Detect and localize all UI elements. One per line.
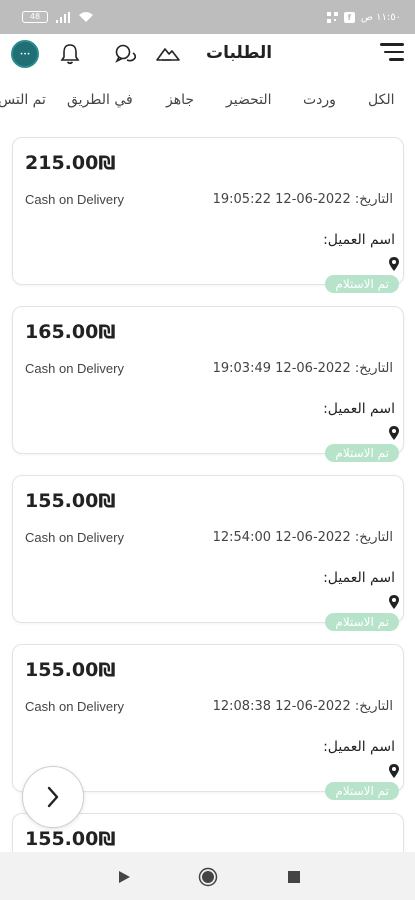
tab-delivered[interactable]: تم التس <box>0 92 46 108</box>
battery-icon: 48 <box>22 11 48 23</box>
system-nav-bar <box>0 852 415 900</box>
order-amount: 215.00₪ <box>25 152 116 174</box>
avatar-text: ••• <box>19 50 31 58</box>
payment-method: Cash on Delivery <box>25 699 124 714</box>
customer-name-label: اسم العميل: <box>323 401 395 417</box>
signal-icon <box>56 11 70 23</box>
order-amount: 155.00₪ <box>25 490 116 512</box>
home-circle-icon[interactable] <box>197 866 219 888</box>
date-value: 2022-06-12 19:05:22 <box>212 192 351 207</box>
avatar[interactable]: ••• <box>11 40 39 68</box>
order-date: التاريخ: 2022-06-12 19:05:22 <box>213 192 393 207</box>
chat-icon[interactable] <box>113 41 139 67</box>
customer-name-label: اسم العميل: <box>323 570 395 586</box>
date-value: 2022-06-12 12:08:38 <box>212 699 351 714</box>
order-card[interactable]: 215.00₪ Cash on Delivery التاريخ: 2022-0… <box>12 137 404 293</box>
tab-received[interactable]: وردت <box>303 92 336 108</box>
date-value: 2022-06-12 12:54:00 <box>212 530 351 545</box>
battery-level: 48 <box>29 12 41 21</box>
order-date: التاريخ: 2022-06-12 12:08:38 <box>213 699 393 714</box>
qr-icon <box>326 11 338 23</box>
status-badge: تم الاستلام <box>325 613 399 631</box>
status-bar-right: f ١١:٥٠ ص <box>326 11 401 23</box>
location-pin-icon <box>389 257 399 271</box>
next-button[interactable] <box>22 766 84 828</box>
date-label: التاريخ: <box>354 699 393 714</box>
wifi-icon <box>79 12 93 22</box>
date-label: التاريخ: <box>354 361 393 376</box>
mountain-icon[interactable] <box>155 41 181 67</box>
order-card[interactable]: 165.00₪ Cash on Delivery التاريخ: 2022-0… <box>12 306 404 462</box>
status-badge: تم الاستلام <box>325 275 399 293</box>
status-tabs: الكل وردت التحضير جاهز في الطريق تم التس <box>0 78 415 122</box>
order-date: التاريخ: 2022-06-12 12:54:00 <box>213 530 393 545</box>
bell-icon[interactable] <box>57 41 83 67</box>
date-value: 2022-06-12 19:03:49 <box>212 361 351 376</box>
recents-square-icon[interactable] <box>283 866 305 888</box>
location-pin-icon <box>389 595 399 609</box>
status-bar-left: 48 <box>22 11 94 23</box>
tab-all[interactable]: الكل <box>368 92 395 108</box>
tab-preparing[interactable]: التحضير <box>226 92 272 108</box>
status-badge: تم الاستلام <box>325 782 399 800</box>
notification-icon: f <box>343 11 355 23</box>
order-date: التاريخ: 2022-06-12 19:03:49 <box>213 361 393 376</box>
payment-method: Cash on Delivery <box>25 192 124 207</box>
page-title: الطلبات <box>206 43 273 63</box>
tab-ready[interactable]: جاهز <box>166 92 194 108</box>
date-label: التاريخ: <box>354 530 393 545</box>
order-amount: 155.00₪ <box>25 828 116 850</box>
back-triangle-icon[interactable] <box>113 866 135 888</box>
date-label: التاريخ: <box>354 192 393 207</box>
status-time: ١١:٥٠ ص <box>360 11 401 23</box>
order-card[interactable]: 155.00₪ Cash on Delivery التاريخ: 2022-0… <box>12 475 404 631</box>
chevron-right-icon <box>47 786 59 808</box>
payment-method: Cash on Delivery <box>25 361 124 376</box>
order-amount: 155.00₪ <box>25 659 116 681</box>
tab-on-the-way[interactable]: في الطريق <box>67 92 133 108</box>
order-card[interactable]: 155.00₪ Cash on Delivery التاريخ: 2022-0… <box>12 644 404 800</box>
order-amount: 165.00₪ <box>25 321 116 343</box>
customer-name-label: اسم العميل: <box>323 232 395 248</box>
app-header: ••• الطلبات <box>0 34 415 76</box>
location-pin-icon <box>389 426 399 440</box>
status-badge: تم الاستلام <box>325 444 399 462</box>
menu-icon[interactable] <box>380 43 404 65</box>
customer-name-label: اسم العميل: <box>323 739 395 755</box>
payment-method: Cash on Delivery <box>25 530 124 545</box>
status-bar: 48 f ١١:٥٠ ص <box>0 0 415 34</box>
location-pin-icon <box>389 764 399 778</box>
